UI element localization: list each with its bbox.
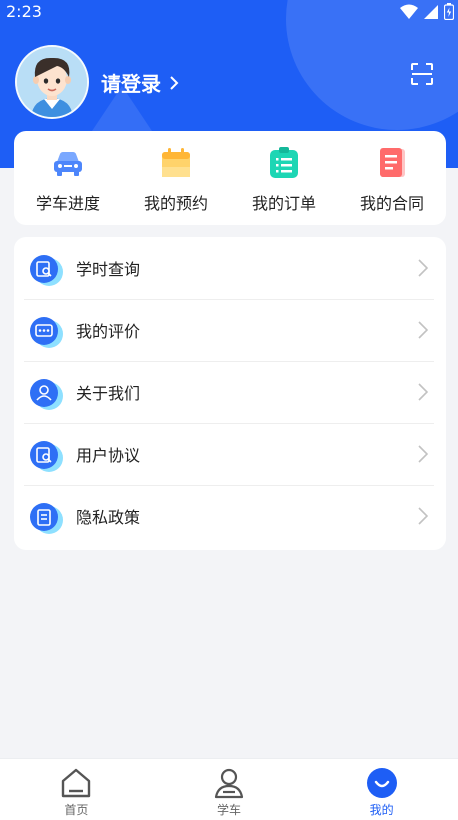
calendar-icon — [162, 148, 190, 177]
chevron-right-icon — [418, 321, 428, 339]
car-icon — [54, 152, 82, 176]
comment-icon — [30, 317, 63, 348]
quick-action-label: 我的预约 — [143, 194, 208, 213]
menu-item-user-agreement[interactable]: 用户协议 — [14, 423, 446, 485]
quick-actions-card: 学车进度 我的预约 我的订单 我的合同 — [14, 131, 446, 225]
contract-document-icon — [380, 148, 405, 177]
learner-icon — [214, 768, 244, 799]
user-icon — [30, 379, 63, 410]
status-bar: 2:23 — [0, 0, 458, 24]
menu-item-label: 我的评价 — [76, 322, 141, 341]
wifi-icon — [400, 4, 418, 19]
quick-action-label: 学车进度 — [35, 194, 100, 213]
quick-action-label: 我的订单 — [251, 194, 316, 213]
avatar-boy-icon — [17, 47, 87, 117]
quick-action-orders[interactable]: 我的订单 — [230, 131, 338, 225]
status-time: 2:23 — [6, 2, 42, 21]
quick-action-label: 我的合同 — [359, 194, 424, 213]
menu-item-privacy-policy[interactable]: 隐私政策 — [14, 485, 446, 547]
tab-label: 学车 — [217, 803, 242, 817]
menu-item-label: 学时查询 — [76, 260, 141, 279]
login-link[interactable]: 请登录 — [101, 68, 179, 97]
home-icon — [62, 768, 91, 798]
tab-home[interactable]: 首页 — [0, 759, 153, 820]
menu-item-label: 隐私政策 — [76, 508, 141, 527]
scan-icon[interactable] — [410, 62, 434, 86]
chevron-right-icon — [418, 445, 428, 463]
chevron-right-icon — [170, 75, 179, 90]
chevron-right-icon — [418, 507, 428, 525]
login-label: 请登录 — [101, 72, 161, 96]
agreement-icon — [30, 441, 63, 472]
tab-mine[interactable]: 我的 — [305, 759, 458, 820]
settings-menu-card: 学时查询 我的评价 关于我们 用户协议 隐私政策 — [14, 237, 446, 550]
tab-label: 我的 — [369, 803, 394, 817]
profile-screen: 2:23 请登录 学车进度 我的预约 我的订单 我的合同 学时查询 我的评价 关… — [0, 0, 458, 820]
avatar[interactable] — [15, 45, 89, 119]
menu-item-label: 用户协议 — [76, 446, 141, 465]
menu-item-study-hours[interactable]: 学时查询 — [14, 237, 446, 299]
bottom-tab-bar: 首页 学车 我的 — [0, 758, 458, 820]
menu-item-about-us[interactable]: 关于我们 — [14, 361, 446, 423]
tab-learn-driving[interactable]: 学车 — [153, 759, 306, 820]
menu-item-my-reviews[interactable]: 我的评价 — [14, 299, 446, 361]
signal-icon — [424, 4, 438, 19]
privacy-document-icon — [30, 503, 63, 534]
quick-action-appointment[interactable]: 我的预约 — [122, 131, 230, 225]
menu-item-label: 关于我们 — [76, 384, 141, 403]
chevron-right-icon — [418, 383, 428, 401]
quick-action-progress[interactable]: 学车进度 — [14, 131, 122, 225]
chevron-right-icon — [418, 259, 428, 277]
clipboard-list-icon — [270, 147, 298, 178]
hours-search-icon — [30, 255, 63, 286]
battery-icon — [444, 3, 454, 20]
status-icons — [400, 3, 454, 20]
profile-smile-icon — [366, 768, 397, 798]
tab-label: 首页 — [64, 803, 89, 817]
quick-action-contract[interactable]: 我的合同 — [338, 131, 446, 225]
